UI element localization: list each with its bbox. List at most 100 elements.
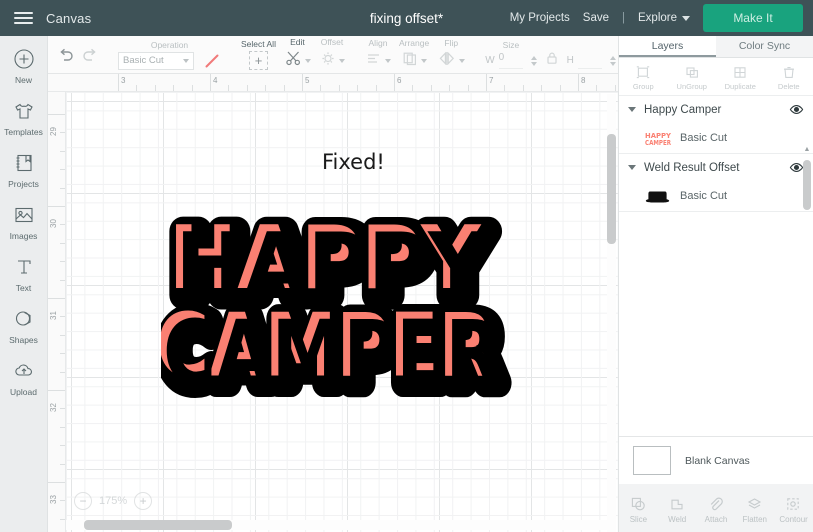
- delete-button[interactable]: Delete: [765, 58, 813, 95]
- flip-cell[interactable]: Flip: [433, 38, 469, 72]
- edit-row: [284, 49, 311, 72]
- make-it-button[interactable]: Make It: [703, 4, 803, 32]
- layer-group-name: Weld Result Offset: [644, 161, 740, 174]
- artwork-line2-face: CAMPER: [163, 302, 501, 404]
- rail-label-shapes: Shapes: [9, 335, 38, 345]
- weld-label: Weld: [668, 514, 687, 524]
- right-panel: Layers Color Sync Group UnGroup Duplicat…: [618, 36, 813, 532]
- cloud-upload-icon: [11, 358, 37, 384]
- select-all-label: Select All: [241, 39, 276, 49]
- chevron-down-icon[interactable]: [628, 107, 636, 112]
- svg-text:CAMPER: CAMPER: [645, 139, 671, 146]
- layer-thumbnail-blob-black: [645, 189, 671, 204]
- operation-dropdown[interactable]: Basic Cut: [118, 51, 194, 70]
- blank-canvas-label: Blank Canvas: [685, 454, 750, 467]
- align-row: [365, 50, 391, 71]
- rail-item-images[interactable]: Images: [0, 202, 48, 241]
- ruler-label: 6: [397, 76, 402, 85]
- chevron-down-icon[interactable]: [421, 58, 428, 63]
- align-cell[interactable]: Align: [361, 38, 395, 71]
- ruler-minor-tick: [430, 85, 432, 91]
- canvas-grid[interactable]: Fixed! .hc-txt { font-family: "DejaVu Sa…: [66, 92, 618, 532]
- artwork-happy-camper[interactable]: .hc-txt { font-family: "DejaVu Sans", sa…: [161, 192, 516, 407]
- zoom-out-button[interactable]: −: [74, 492, 92, 510]
- height-row: H: [567, 52, 616, 69]
- ruler-major-tick: [48, 482, 65, 483]
- ruler-minor-tick: [541, 85, 543, 91]
- scissors-icon: [284, 49, 303, 72]
- select-all-cell[interactable]: Select All +: [237, 39, 280, 70]
- rail-item-upload[interactable]: Upload: [0, 358, 48, 397]
- height-stepper[interactable]: [609, 55, 616, 66]
- ruler-minor-tick: [412, 85, 414, 91]
- layers-scrollbar-thumb[interactable]: [803, 160, 811, 210]
- flatten-button[interactable]: Flatten: [735, 493, 774, 524]
- layers-scrollbar[interactable]: ▲ ▼: [803, 146, 811, 432]
- chevron-down-icon[interactable]: [304, 58, 311, 63]
- lock-icon: [545, 50, 559, 71]
- width-field[interactable]: W 0: [485, 52, 523, 69]
- zoom-in-button[interactable]: +: [134, 492, 153, 510]
- flip-row: [437, 50, 466, 72]
- rail-label-new: New: [14, 75, 32, 85]
- canvas-vertical-scrollbar[interactable]: [607, 94, 616, 532]
- layer-group-header[interactable]: Weld Result Offset: [619, 154, 813, 181]
- attach-button[interactable]: Attach: [697, 493, 736, 524]
- tab-color-sync[interactable]: Color Sync: [716, 36, 813, 57]
- canvas-vertical-scrollbar-thumb[interactable]: [607, 134, 616, 244]
- rail-item-new[interactable]: New: [0, 46, 48, 85]
- eye-icon[interactable]: [789, 102, 804, 117]
- rail-item-projects[interactable]: Projects: [0, 150, 48, 189]
- duplicate-button[interactable]: Duplicate: [716, 58, 765, 95]
- rail-item-text[interactable]: Text: [0, 254, 48, 293]
- arrange-cell[interactable]: Arrange: [395, 38, 433, 72]
- scroll-up-arrow-icon[interactable]: ▲: [803, 146, 811, 153]
- operation-label: Operation: [150, 39, 189, 50]
- my-projects-link[interactable]: My Projects: [510, 12, 570, 24]
- offset-cell[interactable]: Offset: [315, 37, 349, 72]
- chevron-down-icon[interactable]: [459, 58, 466, 63]
- lock-spacer: [550, 38, 552, 49]
- zoom-value: 175%: [99, 495, 128, 507]
- hamburger-menu-icon[interactable]: [0, 0, 46, 36]
- canvas-horizontal-scrollbar[interactable]: [66, 520, 614, 530]
- save-button[interactable]: Save: [583, 12, 609, 24]
- tab-layers[interactable]: Layers: [619, 36, 716, 57]
- layer-list: Happy Camper HAPPY CAMPER Basic Cut Weld…: [619, 96, 813, 432]
- size-cell: Size W 0: [481, 40, 540, 69]
- eye-icon[interactable]: [789, 160, 804, 175]
- width-stepper[interactable]: [530, 55, 537, 66]
- undo-icon[interactable]: [54, 42, 78, 68]
- ruler-major-tick: [302, 74, 303, 91]
- width-value: 0: [498, 52, 523, 69]
- canvas-swatch-row[interactable]: Blank Canvas: [619, 436, 813, 484]
- rail-label-upload: Upload: [10, 387, 37, 397]
- redo-icon[interactable]: [78, 42, 102, 68]
- rail-item-shapes[interactable]: Shapes: [0, 306, 48, 345]
- edit-cell[interactable]: Edit: [280, 37, 315, 72]
- offset-label: Offset: [320, 37, 344, 47]
- explore-dropdown[interactable]: Explore: [638, 12, 690, 24]
- ungroup-button[interactable]: UnGroup: [668, 58, 717, 95]
- height-spacer: [590, 40, 592, 51]
- chevron-down-icon[interactable]: [384, 58, 391, 63]
- blank-canvas-swatch[interactable]: [633, 446, 671, 475]
- ruler-label: 7: [489, 76, 494, 85]
- layer-group-header[interactable]: Happy Camper: [619, 96, 813, 123]
- ruler-minor-tick: [467, 85, 469, 91]
- layer-row[interactable]: HAPPY CAMPER Basic Cut: [619, 123, 813, 153]
- ruler-major-tick: [578, 74, 579, 91]
- chevron-down-icon[interactable]: [338, 58, 345, 63]
- slice-button[interactable]: Slice: [619, 493, 658, 524]
- lock-cell[interactable]: [541, 38, 563, 71]
- attach-label: Attach: [704, 514, 728, 524]
- height-field[interactable]: H: [567, 52, 602, 69]
- group-button[interactable]: Group: [619, 58, 668, 95]
- contour-button[interactable]: Contour: [774, 493, 813, 524]
- layer-row[interactable]: Basic Cut: [619, 181, 813, 211]
- rail-item-templates[interactable]: Templates: [0, 98, 48, 137]
- canvas-horizontal-scrollbar-thumb[interactable]: [84, 520, 232, 530]
- weld-button[interactable]: Weld: [658, 493, 697, 524]
- operation-color-swatch-icon[interactable]: [203, 52, 221, 70]
- chevron-down-icon[interactable]: [628, 165, 636, 170]
